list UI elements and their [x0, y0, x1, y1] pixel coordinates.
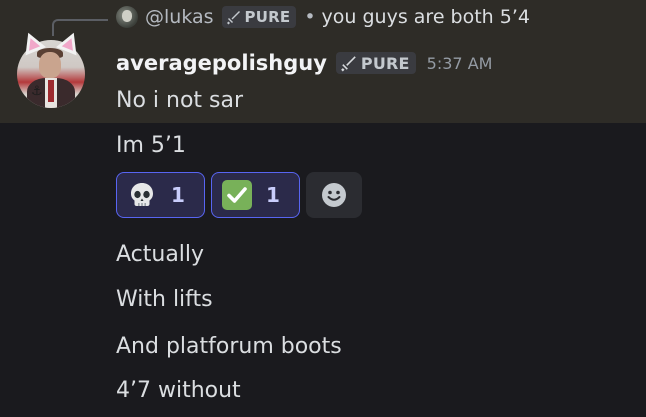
message-timestamp[interactable]: 5:37 AM [427, 54, 493, 73]
reaction-count: 1 [171, 183, 185, 207]
reaction-check[interactable]: 1 [211, 172, 300, 218]
reaction-count: 1 [266, 183, 280, 207]
message-line: Actually [116, 242, 205, 267]
reply-guild-tag[interactable]: PURE [221, 6, 297, 28]
smiley-face-icon [322, 183, 346, 207]
sword-icon [226, 11, 240, 25]
message-line: 4’7 without [116, 378, 241, 403]
reaction-bar: 1 1 [116, 172, 362, 218]
message-username[interactable]: averagepolishguy [116, 51, 327, 75]
message-line: With lifts [116, 287, 213, 312]
avatar[interactable]: ⚓ [17, 28, 85, 108]
message-line: No i not sar [116, 88, 244, 113]
reply-username[interactable]: @lukas [145, 6, 214, 28]
message-guild-tag[interactable]: PURE [335, 52, 416, 74]
skull-icon [131, 183, 153, 206]
reply-reference[interactable]: @lukas PURE • you guys are both 5’4 [116, 5, 530, 29]
reply-tag-label: PURE [244, 8, 291, 26]
message-tag-label: PURE [360, 53, 410, 73]
anchor-icon: ⚓ [31, 84, 43, 99]
check-mark-icon [222, 180, 252, 210]
reply-preview-text[interactable]: you guys are both 5’4 [322, 6, 530, 28]
message-header: averagepolishguy PURE 5:37 AM [116, 49, 492, 77]
reaction-skull[interactable]: 1 [116, 172, 205, 218]
sword-icon [341, 56, 356, 72]
chat-view: @lukas PURE • you guys are both 5’4 ⚓ av… [0, 0, 646, 417]
reply-separator: • [304, 6, 316, 28]
message-line: And platforum boots [116, 334, 342, 359]
reply-avatar[interactable] [116, 6, 138, 28]
message-line: Im 5’1 [116, 133, 186, 158]
add-reaction-button[interactable] [306, 172, 362, 218]
